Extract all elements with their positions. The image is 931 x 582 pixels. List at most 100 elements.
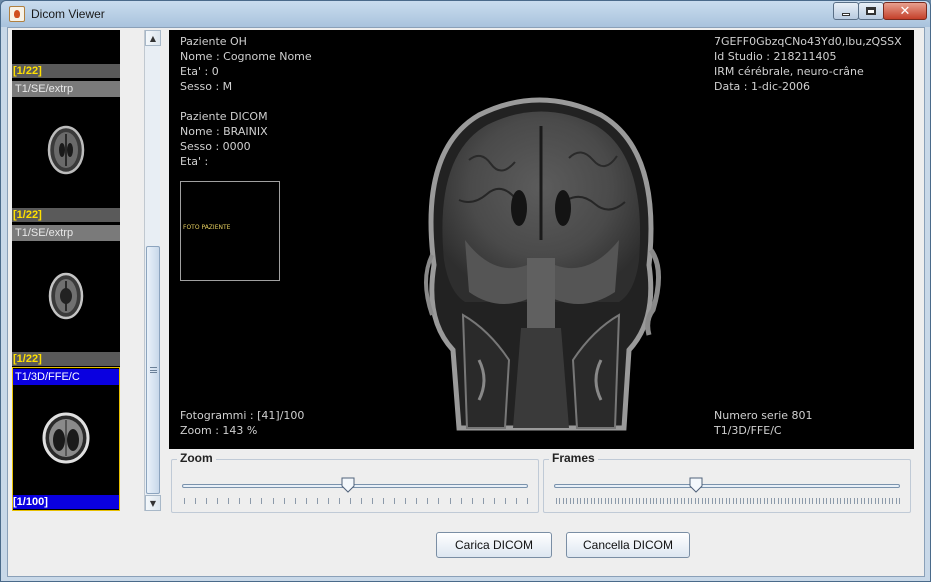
slider-tick	[882, 498, 883, 504]
title-bar[interactable]: Dicom Viewer ✕	[1, 1, 930, 27]
slider-tick	[684, 498, 685, 504]
slider-tick	[461, 498, 462, 504]
slider-tick	[764, 498, 765, 504]
thumbnail-series-label[interactable]: T1/SE/extrp	[12, 81, 120, 97]
slider-tick	[747, 498, 748, 504]
slider-tick	[639, 498, 640, 504]
slider-tick	[577, 498, 578, 504]
zoom-group: Zoom	[171, 451, 539, 513]
slider-tick	[788, 498, 789, 504]
dicom-image-viewer[interactable]: Paziente OH Nome : Cognome Nome Eta' : 0…	[169, 30, 914, 449]
slider-tick	[705, 498, 706, 504]
frames-slider-thumb[interactable]	[689, 477, 703, 493]
slider-tick	[622, 498, 623, 504]
scroll-down-arrow-icon[interactable]: ▼	[145, 495, 161, 511]
slider-tick	[618, 498, 619, 504]
series-thumbnail-image[interactable]	[12, 98, 120, 202]
slider-tick	[688, 498, 689, 504]
load-dicom-button[interactable]: Carica DICOM	[436, 532, 552, 558]
slider-tick	[778, 498, 779, 504]
patient-photo-label: FOTO PAZIENTE	[183, 224, 231, 231]
study-id: Id Studio : 218211405	[714, 50, 837, 63]
maximize-icon	[866, 7, 876, 15]
slider-tick	[719, 498, 720, 504]
slider-tick	[698, 498, 699, 504]
slider-tick	[774, 498, 775, 504]
close-icon: ✕	[899, 3, 911, 19]
thumbnail-series-label[interactable]: T1/3D/FFE/C	[12, 369, 120, 385]
slider-tick	[840, 498, 841, 504]
zoom-slider-track[interactable]	[182, 484, 528, 488]
slider-tick	[736, 498, 737, 504]
slider-tick	[646, 498, 647, 504]
patient-dicom-sex: Sesso : 0000	[180, 140, 251, 153]
slider-tick	[844, 498, 845, 504]
thumbnail-series-label[interactable]: T1/SE/extrp	[12, 225, 120, 241]
slider-tick	[899, 498, 900, 504]
slider-tick	[505, 498, 506, 504]
slider-tick	[708, 498, 709, 504]
slider-tick	[726, 498, 727, 504]
slider-tick	[760, 498, 761, 504]
slider-tick	[830, 498, 831, 504]
slider-tick	[261, 498, 262, 504]
slider-tick	[636, 498, 637, 504]
zoom-slider-thumb[interactable]	[341, 477, 355, 493]
slider-tick	[885, 498, 886, 504]
scroll-up-arrow-icon[interactable]: ▲	[145, 30, 161, 46]
slider-tick	[722, 498, 723, 504]
slider-tick	[826, 498, 827, 504]
frames-slider-track[interactable]	[554, 484, 900, 488]
slider-tick	[591, 498, 592, 504]
series-number-text: Numero serie 801	[714, 409, 813, 422]
study-uid: 7GEFF0GbzqCNo43Yd0,lbu,zQSSX	[714, 35, 902, 48]
slider-tick	[677, 498, 678, 504]
slider-tick	[660, 498, 661, 504]
slider-tick	[674, 498, 675, 504]
slider-tick	[195, 498, 196, 504]
slider-tick	[656, 498, 657, 504]
minimize-button[interactable]	[833, 2, 859, 20]
slider-tick	[715, 498, 716, 504]
slider-tick	[228, 498, 229, 504]
slider-tick	[857, 498, 858, 504]
content-area: [1/22] T1/SE/extrp [1/22] T1/SE/extrp [1…	[7, 27, 925, 577]
thumbnail-scrollbar[interactable]: ▲ ▼	[144, 30, 161, 511]
slider-tick	[206, 498, 207, 504]
slider-tick	[615, 498, 616, 504]
slider-tick	[792, 498, 793, 504]
slider-tick	[563, 498, 564, 504]
slider-tick	[625, 498, 626, 504]
zoom-slider-ticks	[184, 498, 528, 504]
slider-tick	[771, 498, 772, 504]
slider-tick	[295, 498, 296, 504]
zoom-group-title: Zoom	[177, 451, 216, 465]
series-thumbnail-image[interactable]	[12, 242, 120, 346]
series-thumbnail-image[interactable]	[12, 30, 120, 56]
slider-tick	[729, 498, 730, 504]
frame-counter-text: Fotogrammi : [41]/100	[180, 409, 305, 422]
slider-tick	[896, 498, 897, 504]
slider-tick	[854, 498, 855, 504]
patient-photo-placeholder: FOTO PAZIENTE	[180, 181, 280, 281]
slider-tick	[871, 498, 872, 504]
slider-tick	[889, 498, 890, 504]
series-thumbnail-image[interactable]	[12, 386, 120, 490]
slider-tick	[587, 498, 588, 504]
slider-tick	[217, 498, 218, 504]
slider-tick	[650, 498, 651, 504]
delete-dicom-button[interactable]: Cancella DICOM	[566, 532, 690, 558]
slider-tick	[809, 498, 810, 504]
slider-tick	[416, 498, 417, 504]
patient-dicom-age: Eta' :	[180, 155, 209, 168]
scrollbar-thumb[interactable]	[146, 246, 160, 494]
slider-tick	[483, 498, 484, 504]
close-button[interactable]: ✕	[883, 2, 927, 20]
slider-tick	[816, 498, 817, 504]
maximize-button[interactable]	[858, 2, 884, 20]
patient-oh-age: Eta' : 0	[180, 65, 219, 78]
slider-tick	[753, 498, 754, 504]
slider-tick	[691, 498, 692, 504]
series-thumbnail-list[interactable]: [1/22] T1/SE/extrp [1/22] T1/SE/extrp [1…	[12, 30, 120, 511]
slider-tick	[823, 498, 824, 504]
